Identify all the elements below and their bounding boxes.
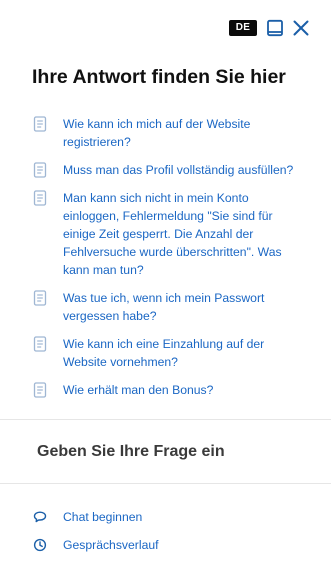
page-title: Ihre Antwort finden Sie hier: [32, 66, 286, 88]
chat-history-link[interactable]: Gesprächsverlauf: [33, 538, 159, 552]
faq-item[interactable]: Man kann sich nicht in mein Konto einlog…: [0, 189, 331, 279]
faq-item-text[interactable]: Wie kann ich mich auf der Website regist…: [63, 115, 295, 151]
faq-list: Wie kann ich mich auf der Website regist…: [0, 115, 331, 409]
document-icon: [33, 336, 47, 352]
faq-item-text[interactable]: Wie erhält man den Bonus?: [63, 381, 213, 399]
faq-item[interactable]: Wie erhält man den Bonus?: [0, 381, 331, 399]
start-chat-link[interactable]: Chat beginnen: [33, 510, 142, 524]
faq-item-text[interactable]: Wie kann ich eine Einzahlung auf der Web…: [63, 335, 295, 371]
widget-header: DE: [0, 0, 331, 58]
chat-history-label[interactable]: Gesprächsverlauf: [63, 538, 159, 552]
faq-item-text[interactable]: Man kann sich nicht in mein Konto einlog…: [63, 189, 295, 279]
document-icon: [33, 116, 47, 132]
close-icon[interactable]: [292, 19, 310, 37]
document-icon: [33, 290, 47, 306]
document-icon: [33, 162, 47, 178]
question-input[interactable]: [0, 420, 331, 483]
divider: [0, 483, 331, 484]
document-icon: [33, 382, 47, 398]
faq-item[interactable]: Wie kann ich mich auf der Website regist…: [0, 115, 331, 151]
faq-item-text[interactable]: Muss man das Profil vollständig ausfülle…: [63, 161, 293, 179]
faq-item[interactable]: Wie kann ich eine Einzahlung auf der Web…: [0, 335, 331, 371]
faq-item-text[interactable]: Was tue ich, wenn ich mein Passwort verg…: [63, 289, 295, 325]
clock-icon: [33, 538, 47, 552]
document-icon: [33, 190, 47, 206]
faq-item[interactable]: Muss man das Profil vollständig ausfülle…: [0, 161, 331, 179]
faq-item[interactable]: Was tue ich, wenn ich mein Passwort verg…: [0, 289, 331, 325]
start-chat-label[interactable]: Chat beginnen: [63, 510, 142, 524]
minimize-window-icon[interactable]: [266, 19, 284, 37]
chat-bubble-icon: [33, 511, 47, 523]
language-badge[interactable]: DE: [229, 20, 257, 36]
